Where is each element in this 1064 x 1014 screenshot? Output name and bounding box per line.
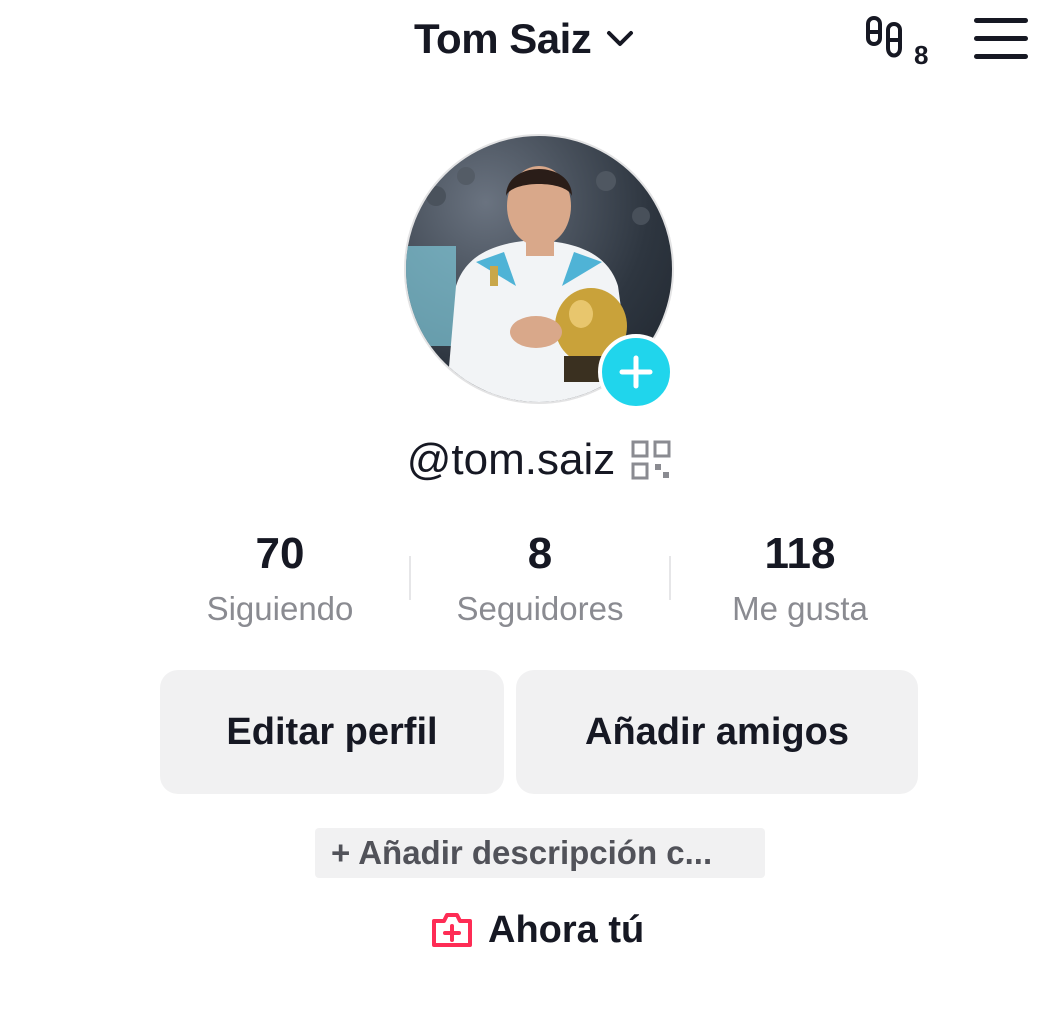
stat-value: 8: [527, 529, 553, 578]
now-label: Ahora tú: [488, 908, 645, 951]
account-name: Tom Saiz: [414, 15, 592, 62]
stat-label: Me gusta: [732, 590, 868, 627]
stat-likes[interactable]: 118 Me gusta: [670, 528, 930, 638]
creator-tools-button[interactable]: 8: [860, 12, 936, 70]
username-handle: @tom.saiz: [406, 435, 616, 484]
stat-label: Siguiendo: [206, 590, 354, 627]
plus-icon: [619, 355, 653, 389]
avatar-container: [404, 134, 674, 410]
stat-following[interactable]: 70 Siguiendo: [150, 528, 410, 638]
footprints-icon: [866, 16, 902, 58]
add-avatar-button[interactable]: [598, 334, 674, 410]
stat-value: 70: [255, 529, 305, 578]
add-bio-button[interactable]: + Añadir descripción c...: [315, 828, 765, 878]
top-bar: Tom Saiz 8: [0, 0, 1064, 80]
stat-value: 118: [764, 529, 836, 578]
now-button[interactable]: Ahora tú: [430, 904, 644, 956]
qr-code-icon[interactable]: [631, 440, 671, 480]
add-friends-button[interactable]: Añadir amigos: [516, 670, 918, 794]
edit-profile-button[interactable]: Editar perfil: [160, 670, 504, 794]
hamburger-menu-icon[interactable]: [972, 16, 1030, 62]
handle-row: @tom.saiz: [0, 430, 1064, 490]
account-switcher[interactable]: Tom Saiz: [414, 14, 637, 64]
stat-label: Seguidores: [456, 590, 624, 627]
chevron-down-icon: [607, 31, 634, 46]
camera-plus-icon: [432, 913, 472, 947]
creator-count: 8: [914, 40, 929, 70]
stat-followers[interactable]: 8 Seguidores: [410, 528, 670, 638]
profile-stats: 70 Siguiendo 8 Seguidores 118 Me gusta: [150, 528, 930, 638]
